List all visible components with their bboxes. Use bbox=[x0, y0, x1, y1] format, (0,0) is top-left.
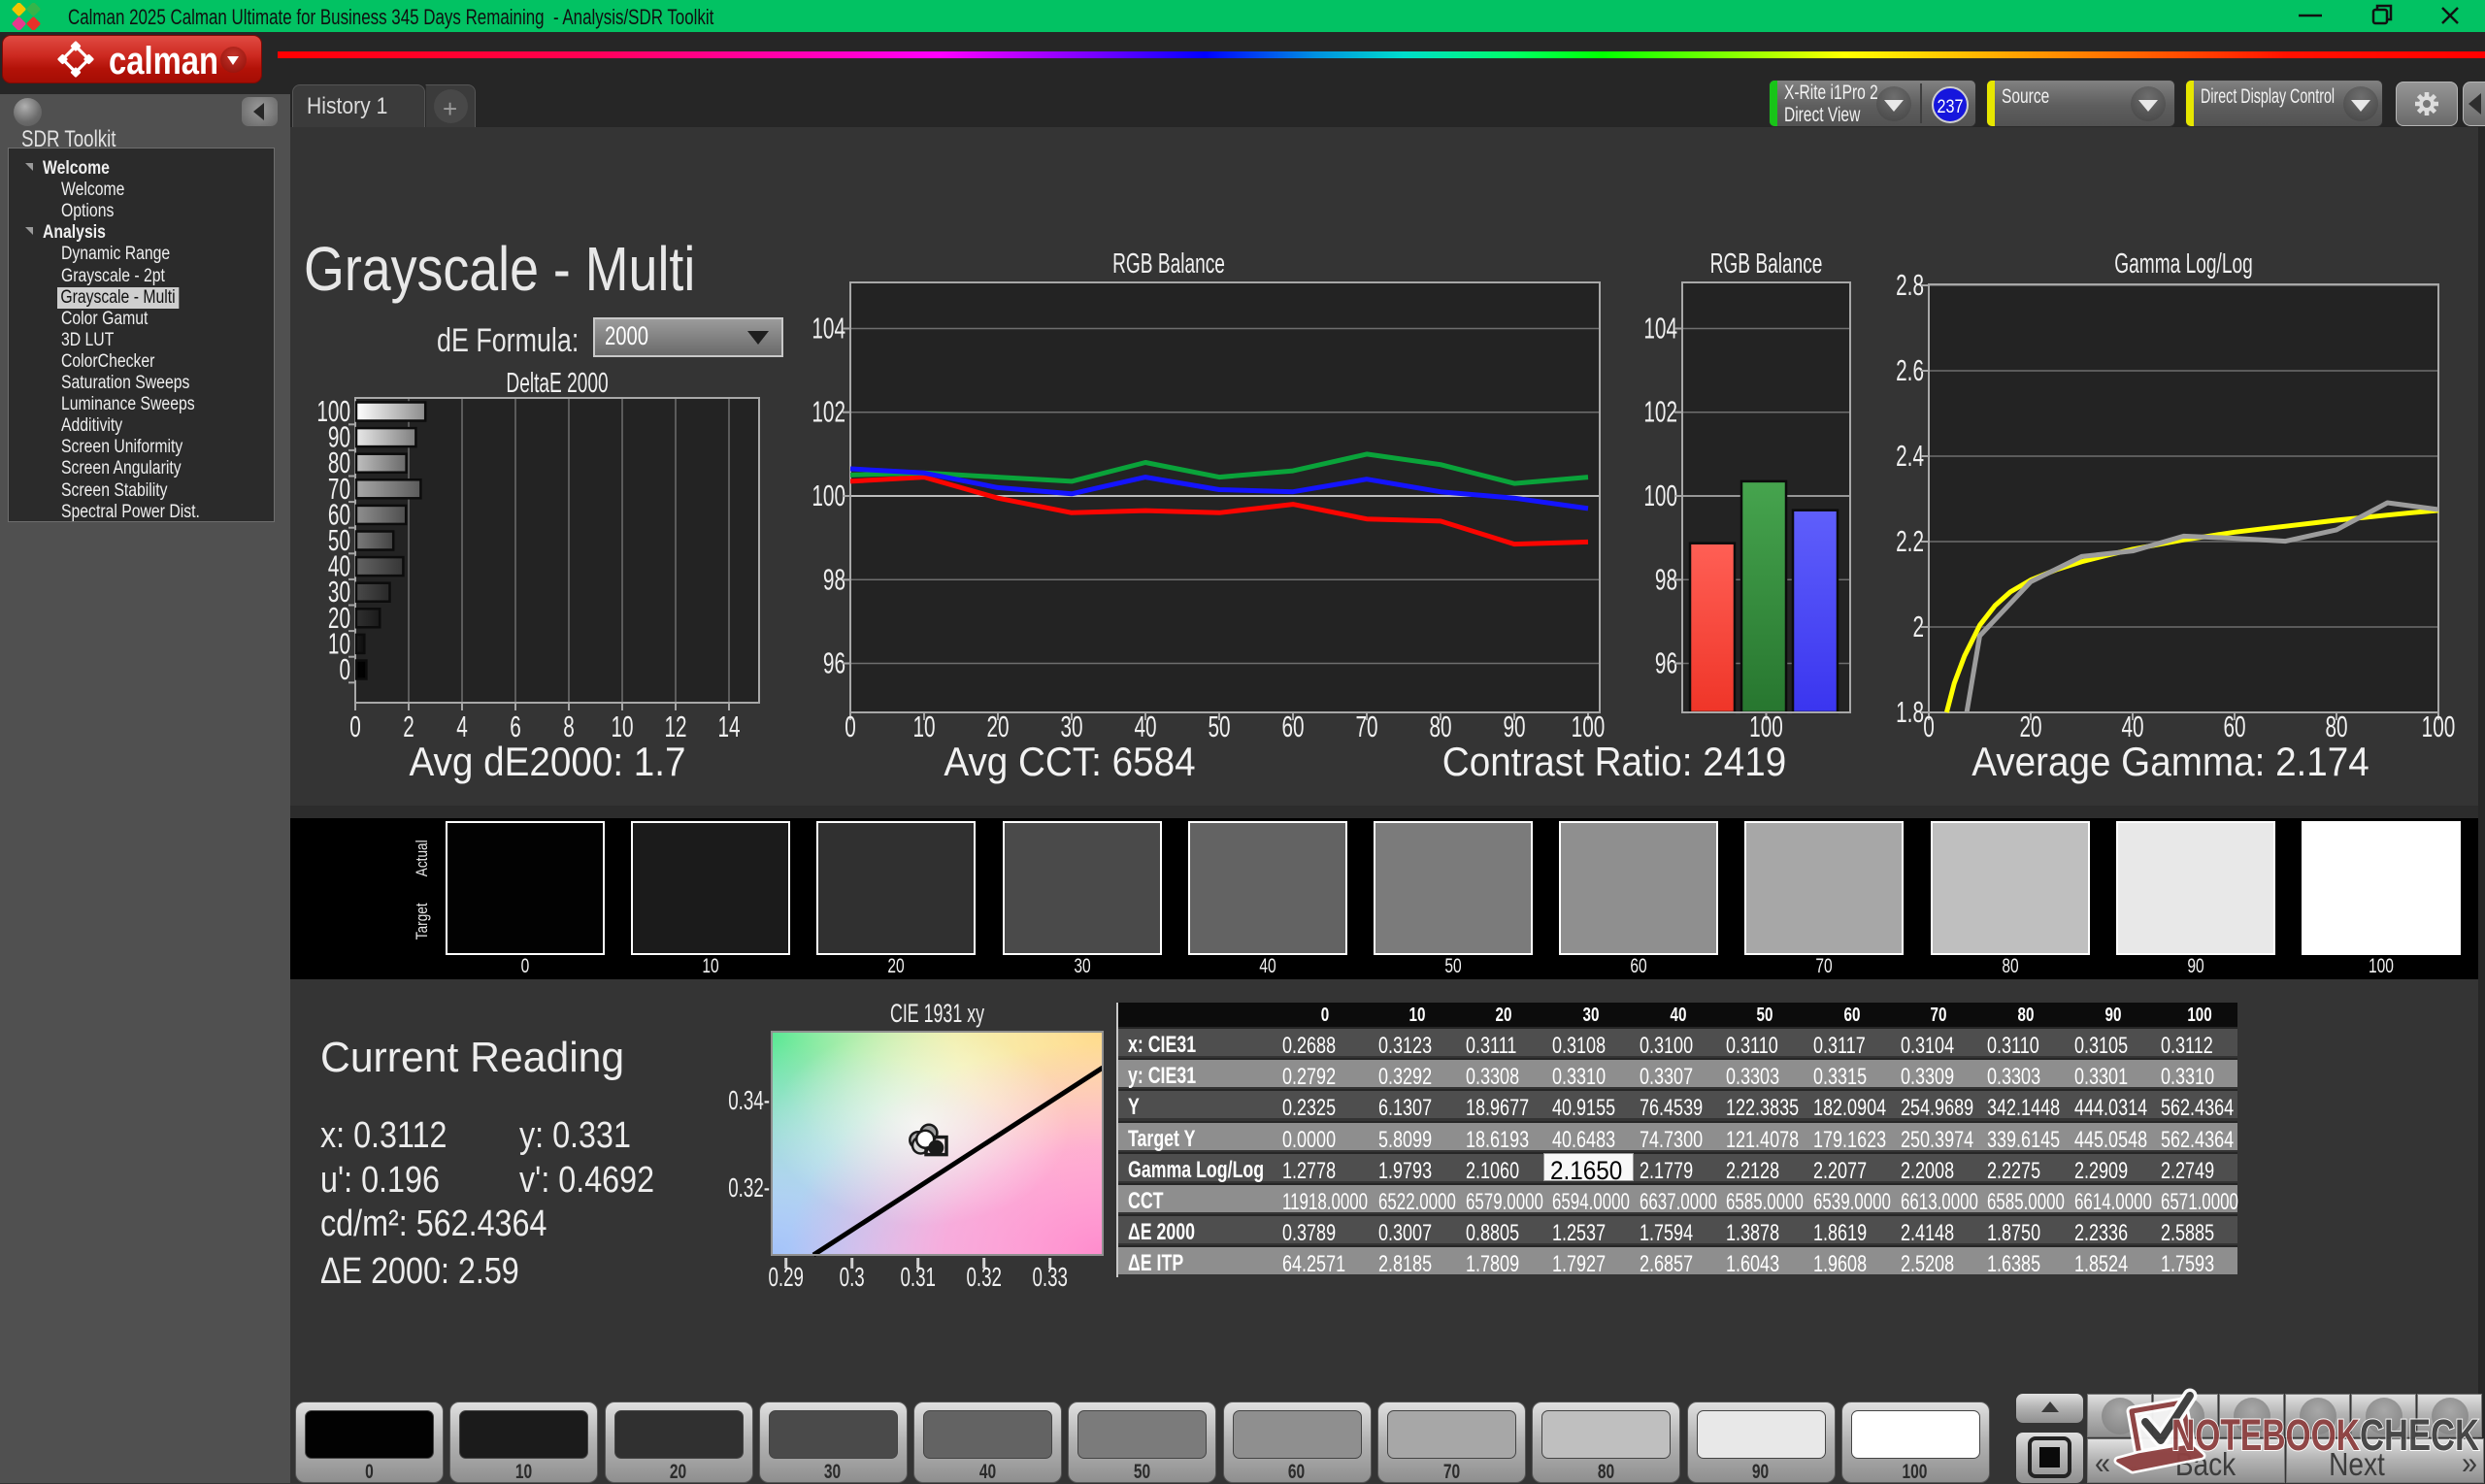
svg-text:CHECK: CHECK bbox=[2360, 1410, 2479, 1460]
svg-text:40: 40 bbox=[2121, 709, 2143, 743]
svg-text:0: 0 bbox=[1923, 709, 1935, 743]
svg-text:20: 20 bbox=[2019, 709, 2041, 743]
svg-text:0: 0 bbox=[845, 709, 856, 743]
svg-text:96: 96 bbox=[823, 645, 845, 679]
svg-text:96: 96 bbox=[1655, 645, 1677, 679]
svg-text:100: 100 bbox=[1643, 478, 1677, 512]
svg-text:RGB Balance: RGB Balance bbox=[1710, 248, 1823, 280]
svg-text:80: 80 bbox=[1429, 709, 1451, 743]
svg-text:102: 102 bbox=[812, 395, 845, 429]
svg-text:0.34-: 0.34- bbox=[728, 1085, 770, 1116]
svg-text:Gamma Log/Log: Gamma Log/Log bbox=[2114, 248, 2252, 280]
svg-text:0.29: 0.29 bbox=[768, 1262, 804, 1293]
svg-text:100: 100 bbox=[812, 478, 845, 512]
svg-text:60: 60 bbox=[2223, 709, 2245, 743]
svg-text:100: 100 bbox=[1572, 709, 1606, 743]
svg-text:2.6: 2.6 bbox=[1896, 353, 1924, 387]
svg-text:CIE 1931 xy: CIE 1931 xy bbox=[890, 998, 984, 1028]
svg-text:2.2: 2.2 bbox=[1896, 524, 1924, 558]
svg-text:50: 50 bbox=[1208, 709, 1230, 743]
svg-text:6: 6 bbox=[510, 709, 521, 743]
svg-text:100: 100 bbox=[2422, 709, 2456, 743]
svg-text:104: 104 bbox=[1643, 311, 1677, 345]
svg-text:10: 10 bbox=[611, 709, 633, 743]
svg-text:30: 30 bbox=[1060, 709, 1082, 743]
svg-text:0.32-: 0.32- bbox=[728, 1172, 770, 1204]
svg-text:0.33: 0.33 bbox=[1032, 1262, 1068, 1293]
svg-text:0: 0 bbox=[339, 652, 350, 686]
svg-text:RGB Balance: RGB Balance bbox=[1112, 248, 1225, 280]
svg-text:70: 70 bbox=[1355, 709, 1377, 743]
svg-text:14: 14 bbox=[717, 709, 740, 743]
svg-text:8: 8 bbox=[563, 709, 575, 743]
svg-text:80: 80 bbox=[2325, 709, 2347, 743]
svg-text:2.4: 2.4 bbox=[1896, 439, 1924, 473]
svg-text:NOTEBOOK: NOTEBOOK bbox=[2171, 1410, 2360, 1460]
svg-text:10: 10 bbox=[912, 709, 935, 743]
svg-text:2.8: 2.8 bbox=[1896, 268, 1924, 302]
svg-text:12: 12 bbox=[664, 709, 686, 743]
svg-text:1.8: 1.8 bbox=[1896, 695, 1924, 729]
svg-text:DeltaE 2000: DeltaE 2000 bbox=[506, 368, 608, 399]
svg-text:0.3: 0.3 bbox=[840, 1262, 865, 1293]
svg-text:102: 102 bbox=[1643, 395, 1677, 429]
svg-text:4: 4 bbox=[456, 709, 468, 743]
svg-text:40: 40 bbox=[1134, 709, 1156, 743]
svg-text:98: 98 bbox=[1655, 562, 1677, 596]
svg-text:100: 100 bbox=[1749, 709, 1783, 743]
svg-text:20: 20 bbox=[986, 709, 1009, 743]
svg-text:0: 0 bbox=[349, 709, 361, 743]
svg-text:0.31: 0.31 bbox=[900, 1262, 936, 1293]
svg-text:0.32: 0.32 bbox=[966, 1262, 1002, 1293]
svg-text:104: 104 bbox=[812, 311, 845, 345]
svg-text:90: 90 bbox=[1503, 709, 1525, 743]
svg-text:2: 2 bbox=[403, 709, 414, 743]
svg-text:60: 60 bbox=[1281, 709, 1304, 743]
svg-text:98: 98 bbox=[823, 562, 845, 596]
